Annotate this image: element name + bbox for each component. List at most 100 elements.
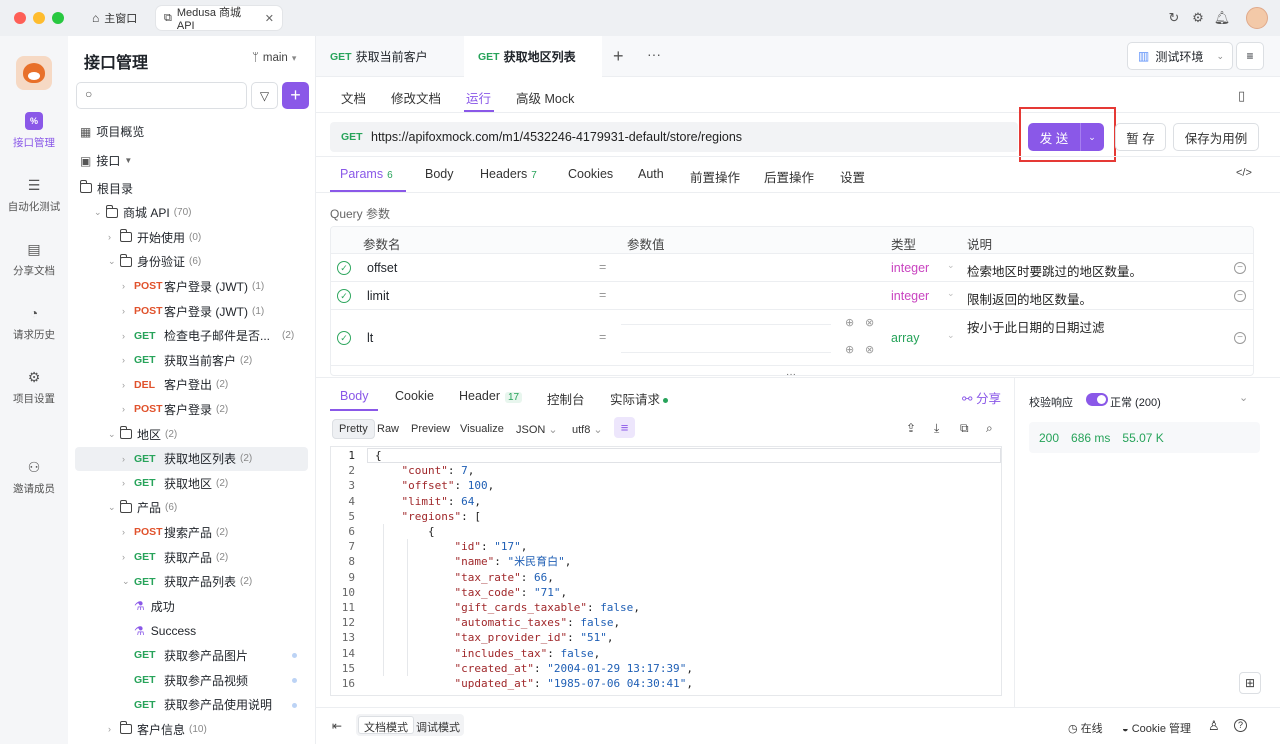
- tab-headers[interactable]: Headers 7: [480, 167, 537, 181]
- user-avatar[interactable]: [1246, 7, 1268, 29]
- method-selector[interactable]: GET: [341, 131, 371, 143]
- view-tab-pretty[interactable]: Pretty: [332, 419, 375, 439]
- chevron-down-icon[interactable]: ⌄: [94, 207, 106, 218]
- wrap-lines-icon[interactable]: ≡: [614, 417, 635, 438]
- format-select[interactable]: JSON ⌄: [516, 423, 558, 436]
- chevron-right-icon[interactable]: ›: [122, 404, 134, 414]
- filter-button[interactable]: ▽: [251, 82, 278, 109]
- tree-api-item[interactable]: GET 获取参产品使用说明: [68, 693, 308, 717]
- checkbox-checked-icon[interactable]: ✓: [337, 289, 351, 303]
- add-tab-icon[interactable]: +: [613, 46, 624, 67]
- gear-icon[interactable]: ⚙: [1190, 10, 1206, 26]
- layout-icon[interactable]: ⊞: [1239, 672, 1261, 694]
- online-status[interactable]: ◷ 在线: [1068, 720, 1103, 736]
- tree-folder[interactable]: ⌄ 地区 (2): [68, 422, 308, 446]
- tab-post-operations[interactable]: 后置操作: [764, 167, 814, 186]
- share-button[interactable]: ⚯ 分享: [962, 388, 1001, 407]
- tab-advanced-mock[interactable]: 高级 Mock: [516, 88, 574, 107]
- download-icon[interactable]: ⤓: [934, 421, 939, 436]
- collapse-sidebar-icon[interactable]: ⇤: [332, 719, 342, 733]
- tab-edit-doc[interactable]: 修改文档: [391, 88, 441, 107]
- debug-mode-button[interactable]: 调试模式: [416, 719, 460, 735]
- tab-settings[interactable]: 设置: [840, 167, 865, 186]
- tree-folder[interactable]: 根目录: [68, 176, 308, 200]
- tree-api-item[interactable]: › GET 检查电子邮件是否... (2): [68, 324, 308, 348]
- tree-api-item[interactable]: › POST 客户登录 (2): [68, 397, 308, 421]
- close-tab-icon[interactable]: ✕: [265, 12, 274, 25]
- upload-icon[interactable]: ⇪: [906, 421, 916, 435]
- maximize-window-button[interactable]: [52, 12, 64, 24]
- request-tab-region-list[interactable]: GET 获取地区列表: [464, 36, 602, 77]
- chevron-right-icon[interactable]: ›: [122, 281, 134, 291]
- tab-response-cookie[interactable]: Cookie: [395, 389, 434, 403]
- tree-folder[interactable]: ⌄ 身份验证 (6): [68, 250, 308, 274]
- tab-response-header[interactable]: Header 17: [459, 389, 523, 403]
- nav-history[interactable]: ◔ 请求历史: [0, 304, 68, 342]
- chevron-down-icon[interactable]: ⌄: [108, 256, 120, 267]
- menu-button[interactable]: ≡: [1236, 42, 1264, 70]
- checkbox-checked-icon[interactable]: ✓: [337, 261, 351, 275]
- chevron-right-icon[interactable]: ›: [122, 552, 134, 562]
- checkbox-checked-icon[interactable]: ✓: [337, 331, 351, 345]
- more-tabs-icon[interactable]: ···: [647, 46, 661, 62]
- tree-api-item[interactable]: ⌄ GET 获取产品列表 (2): [68, 570, 308, 594]
- chevron-right-icon[interactable]: ›: [122, 306, 134, 316]
- tab-response-body[interactable]: Body: [340, 389, 369, 403]
- chevron-right-icon[interactable]: ›: [122, 380, 134, 390]
- chevron-down-icon[interactable]: ⌄: [108, 502, 120, 513]
- chevron-down-icon[interactable]: ⌄: [122, 576, 134, 587]
- chevron-right-icon[interactable]: ›: [108, 232, 120, 242]
- tab-run[interactable]: 运行: [466, 88, 491, 107]
- url-input[interactable]: https://apifoxmock.com/m1/4532246-417993…: [371, 130, 742, 144]
- search-icon[interactable]: ⌕: [986, 421, 993, 436]
- type-select[interactable]: integer: [891, 261, 929, 275]
- tree-api-item[interactable]: › POST 搜索产品 (2): [68, 520, 308, 544]
- tab-actual-request[interactable]: 实际请求: [610, 389, 669, 408]
- help-icon[interactable]: ?: [1234, 719, 1247, 732]
- view-tab-raw[interactable]: Raw: [377, 423, 399, 435]
- chevron-right-icon[interactable]: ›: [122, 355, 134, 365]
- window-tab-project[interactable]: ⧉ Medusa 商城 API ✕: [156, 6, 282, 32]
- remove-icon[interactable]: −: [1234, 262, 1246, 274]
- remove-value-icon[interactable]: ⊗: [865, 343, 874, 356]
- tree-folder[interactable]: › 开始使用 (0): [68, 225, 308, 249]
- response-code-viewer[interactable]: 1 {2 "count": 7, 3 "offset": 100, 4 "limit"…: [330, 446, 1002, 696]
- nav-automation[interactable]: ☰ 自动化测试: [0, 176, 68, 214]
- save-temp-button[interactable]: 暂 存: [1115, 123, 1166, 151]
- view-tab-visualize[interactable]: Visualize: [460, 423, 504, 435]
- request-tab-current-customer[interactable]: GET 获取当前客户: [316, 36, 464, 77]
- chevron-right-icon[interactable]: ›: [122, 454, 134, 464]
- tree-api-item[interactable]: › POST 客户登录 (JWT) (1): [68, 274, 308, 298]
- tree-api-item[interactable]: › POST 客户登录 (JWT) (1): [68, 299, 308, 323]
- project-overview-link[interactable]: ▦ 项目概览: [80, 123, 144, 140]
- nav-share-doc[interactable]: ▤ 分享文档: [0, 240, 68, 278]
- nav-api-management[interactable]: % 接口管理: [0, 112, 68, 150]
- url-bar[interactable]: GET https://apifoxmock.com/m1/4532246-41…: [330, 122, 1018, 152]
- tab-pre-operations[interactable]: 前置操作: [690, 167, 740, 186]
- chevron-down-icon[interactable]: ⌄: [1239, 391, 1248, 404]
- doc-mode-button[interactable]: 文档模式: [358, 716, 414, 734]
- bell-icon[interactable]: 🔔︎: [1214, 10, 1231, 26]
- cookie-manager[interactable]: ◒ Cookie 管理: [1122, 720, 1191, 736]
- chevron-right-icon[interactable]: ›: [122, 527, 134, 537]
- remove-value-icon[interactable]: ⊗: [865, 316, 874, 329]
- add-value-icon[interactable]: ⊕: [845, 343, 854, 356]
- nav-project-settings[interactable]: ⚙ 项目设置: [0, 368, 68, 406]
- project-logo[interactable]: [16, 56, 52, 90]
- tree-api-item[interactable]: › GET 获取地区 (2): [68, 471, 308, 495]
- search-input[interactable]: ○: [76, 82, 247, 109]
- tree-folder[interactable]: ⌄ 商城 API (70): [68, 201, 308, 225]
- nav-invite[interactable]: ⚇ 邀请成员: [0, 458, 68, 496]
- splitter-handle[interactable]: ···: [786, 369, 796, 380]
- view-tab-preview[interactable]: Preview: [411, 423, 450, 435]
- tree-folder[interactable]: ⌄ 产品 (6): [68, 496, 308, 520]
- branch-selector[interactable]: ᛘ main ▾: [252, 52, 296, 64]
- save-as-case-button[interactable]: 保存为用例: [1173, 123, 1259, 151]
- window-tab-home[interactable]: ⌂ 主窗口: [84, 6, 145, 30]
- add-button[interactable]: +: [282, 82, 309, 109]
- table-row[interactable]: ✓ lt = ⊕ ⊗ ⊕ ⊗ array ⌄ 按小于此日期的日期过滤 −: [331, 310, 1253, 366]
- close-window-button[interactable]: [14, 12, 26, 24]
- tab-cookies[interactable]: Cookies: [568, 167, 613, 181]
- type-select[interactable]: array: [891, 331, 919, 345]
- tab-body[interactable]: Body: [425, 167, 454, 181]
